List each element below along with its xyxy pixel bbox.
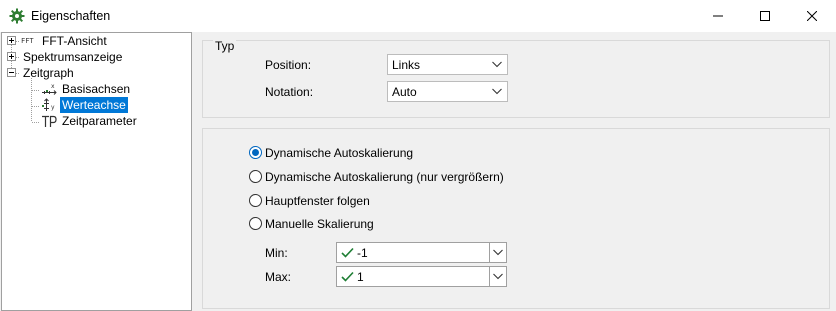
radio-label: Dynamische Autoskalierung [265,146,414,160]
position-label: Position: [265,58,312,72]
svg-text:x: x [51,83,55,90]
radio-button-checked[interactable] [249,146,262,159]
min-value-combo[interactable]: -1 [336,242,507,263]
max-dropdown-button[interactable] [489,267,506,286]
tree-item-werteachse[interactable]: y Werteachse [2,97,191,113]
tree-item-zeitgraph[interactable]: Zeitgraph [2,65,191,81]
tree-item-label: Basisachsen [62,82,131,96]
collapse-minus-icon[interactable] [7,68,16,77]
typ-group-title: Typ [213,39,237,53]
chevron-down-icon [493,273,503,280]
maximize-icon [760,11,770,21]
radio-dynamic-autoscale[interactable]: Dynamische Autoskalierung [249,145,549,161]
max-value-combo[interactable]: 1 [336,266,507,287]
tree-item-label: Zeitgraph [23,66,74,80]
base-axes-icon: x [42,83,57,95]
expand-plus-icon[interactable] [7,36,16,45]
gear-icon [9,8,25,24]
time-parameter-icon [42,115,57,127]
min-dropdown-button[interactable] [489,243,506,262]
radio-label: Manuelle Skalierung [265,217,374,231]
position-value: Links [392,58,421,72]
tree-item-label: Spektrumsanzeige [23,50,123,64]
radio-button[interactable] [249,194,262,207]
tree-item-label: Werteachse [60,97,128,113]
svg-text:y: y [51,104,55,111]
max-label: Max: [265,270,292,284]
tree-item-label: FFT-Ansicht [42,34,107,48]
tree-item-zeitparameter[interactable]: Zeitparameter [2,113,191,129]
chevron-down-icon [492,88,502,95]
notation-label: Notation: [265,85,314,99]
notation-value: Auto [392,85,417,99]
tree-item-spektrumsanzeige[interactable]: Spektrumsanzeige [2,49,191,65]
radio-label: Hauptfenster folgen [265,194,370,208]
minimize-button[interactable] [695,0,741,32]
maximize-button[interactable] [742,0,788,32]
expand-plus-icon[interactable] [7,52,16,61]
close-button[interactable] [789,0,835,32]
radio-manual-scaling[interactable]: Manuelle Skalierung [249,216,549,232]
tree-item-label: Zeitparameter [62,114,137,128]
chevron-down-icon [493,249,503,256]
window-title: Eigenschaften [31,9,111,23]
minimize-icon [713,15,723,17]
fft-icon: FFT [21,37,34,45]
title-bar[interactable]: Eigenschaften [0,0,836,32]
value-axis-icon: y [42,98,55,111]
checkmark-icon [341,247,354,258]
position-dropdown[interactable]: Links [387,54,508,75]
radio-button[interactable] [249,170,262,183]
scaling-groupbox: Dynamische Autoskalierung Dynamische Aut… [202,128,830,309]
radio-follow-main-window[interactable]: Hauptfenster folgen [249,193,549,209]
typ-groupbox: Typ Position: Links Notation: Auto [202,39,830,118]
radio-dynamic-autoscale-grow-only[interactable]: Dynamische Autoskalierung (nur vergrößer… [249,169,549,185]
min-label: Min: [265,246,288,260]
tree-item-fft-ansicht[interactable]: FFT FFT-Ansicht [2,33,191,49]
category-tree[interactable]: FFT FFT-Ansicht Spektrumsanzeige Zeitgra… [1,32,192,311]
min-value: -1 [357,246,368,260]
properties-window: Eigenschaften FFT FFT-Ansicht Spektrumsa… [0,0,836,311]
radio-label: Dynamische Autoskalierung (nur vergrößer… [265,170,504,184]
chevron-down-icon [492,61,502,68]
close-icon [807,11,817,21]
notation-dropdown[interactable]: Auto [387,81,508,102]
max-value: 1 [357,270,364,284]
tree-item-basisachsen[interactable]: x Basisachsen [2,81,191,97]
checkmark-icon [341,271,354,282]
properties-panel: Typ Position: Links Notation: Auto Dynam… [196,32,836,311]
radio-button[interactable] [249,217,262,230]
